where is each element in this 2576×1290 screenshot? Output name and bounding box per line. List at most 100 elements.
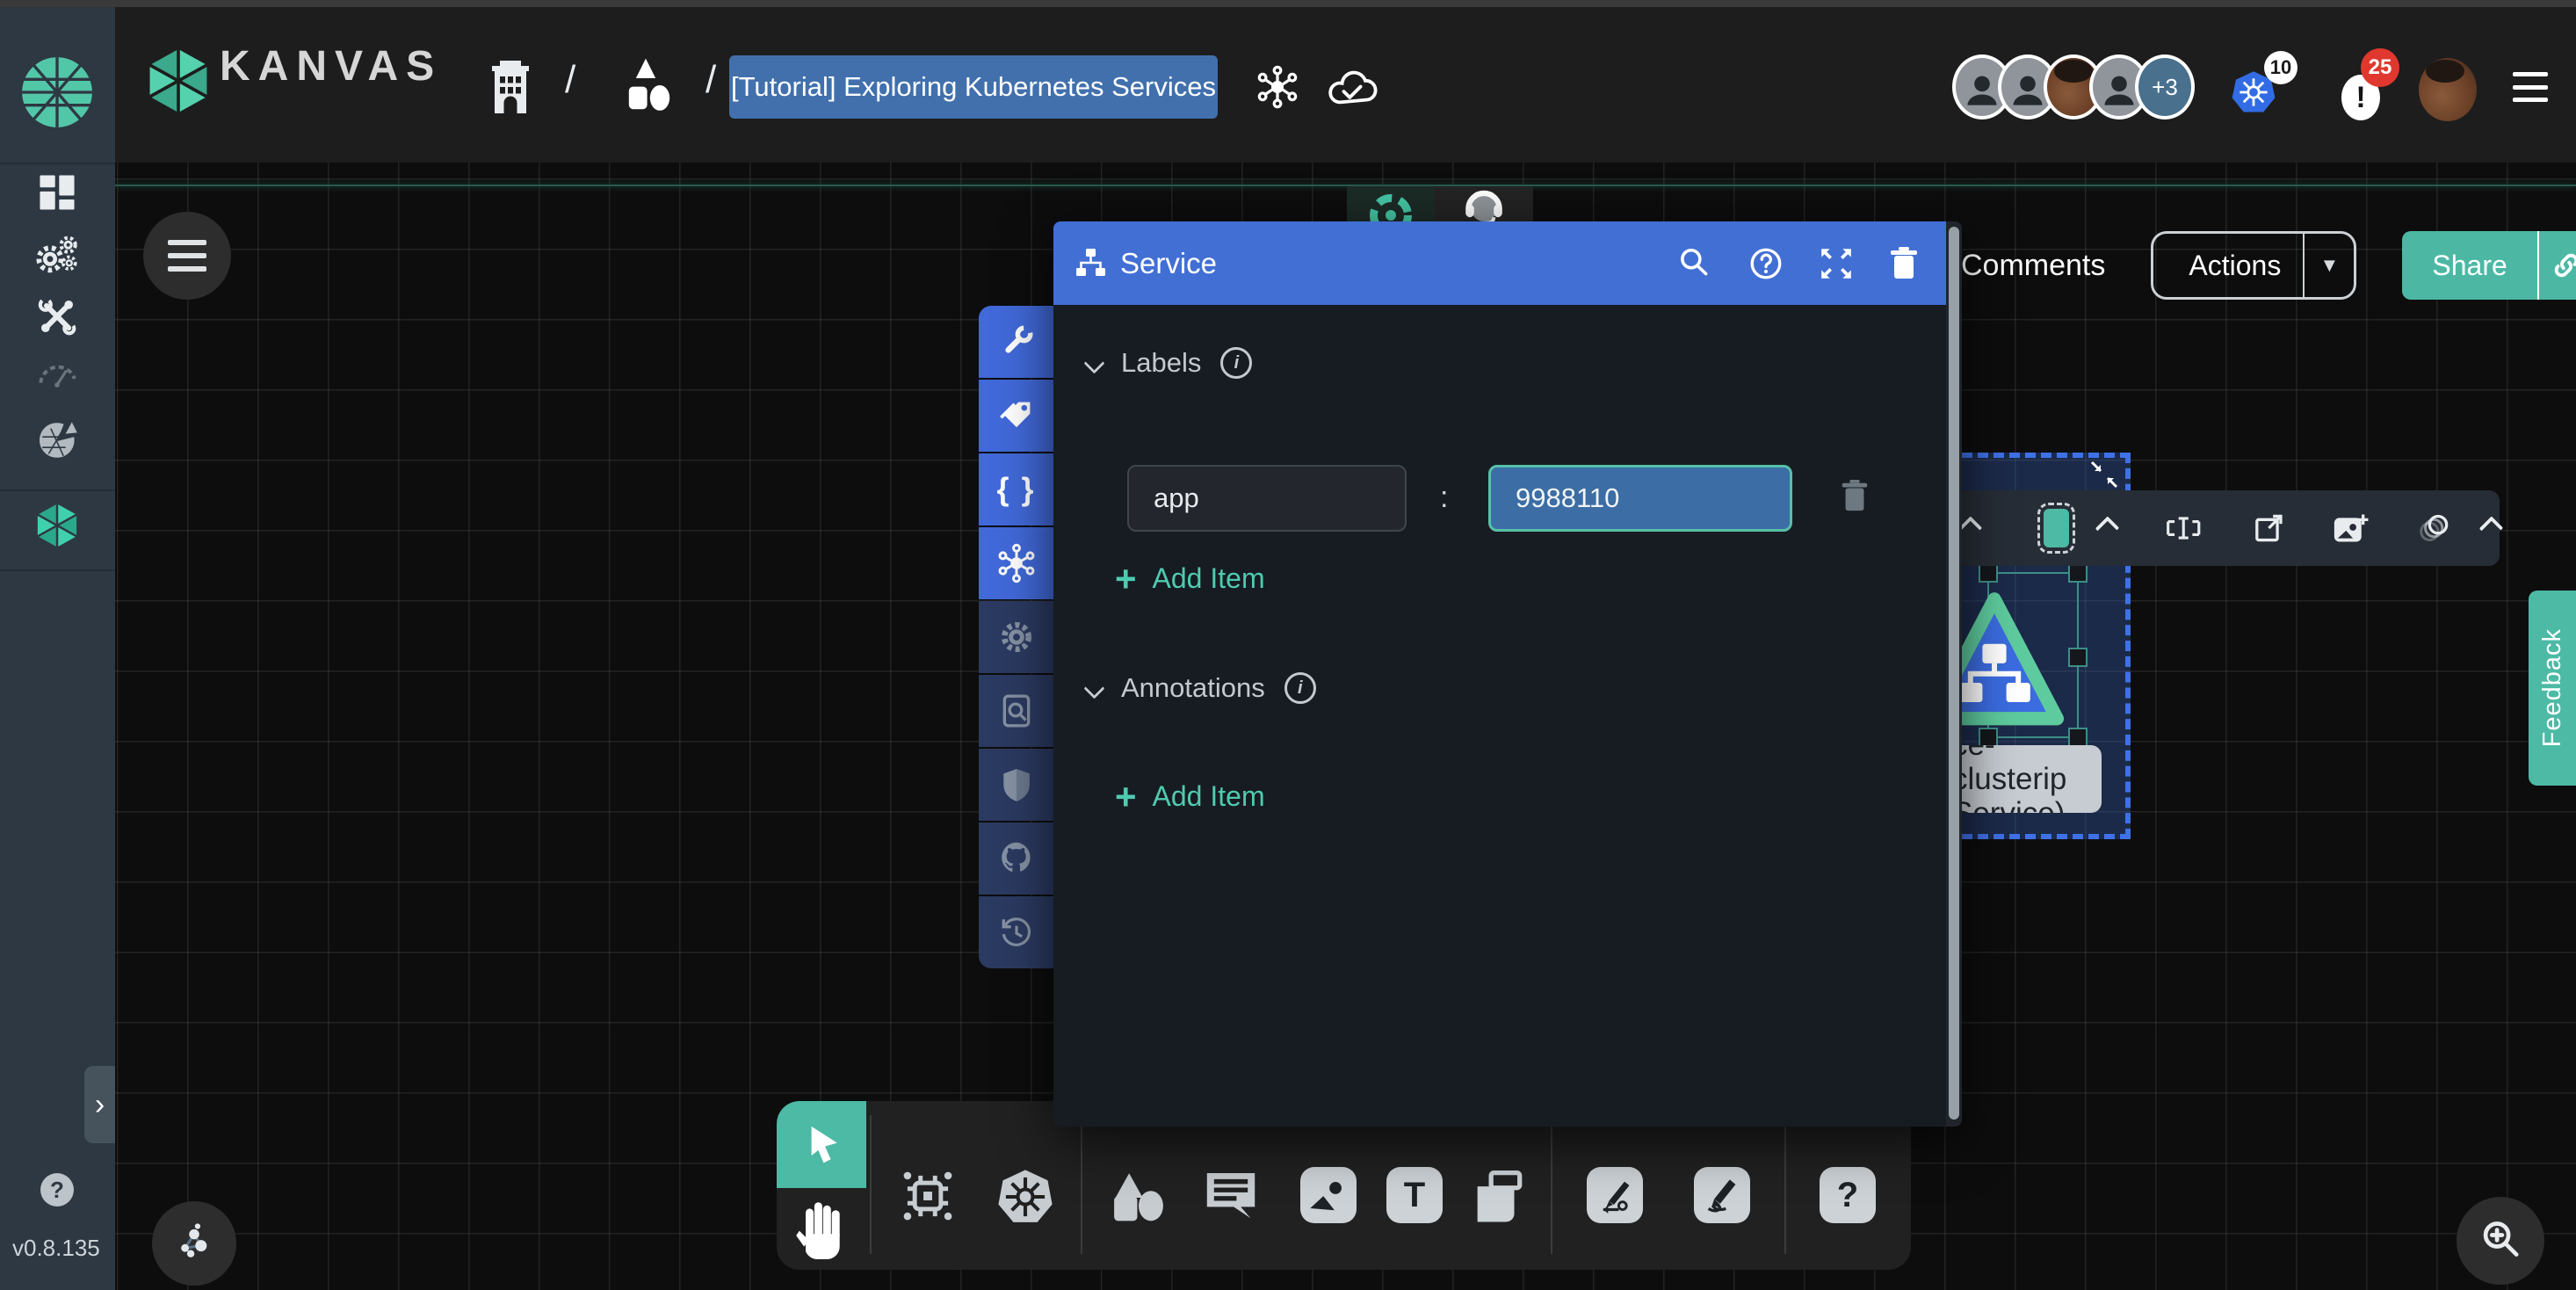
config-tab-strip: { } [979, 306, 1053, 970]
avatar-overflow-count[interactable]: +3 [2135, 54, 2195, 120]
wrench-icon [997, 322, 1036, 361]
zoom-button[interactable] [2457, 1197, 2544, 1285]
add-item-label: Add Item [1153, 562, 1265, 595]
header-menu-button[interactable] [2513, 72, 2548, 102]
sidebar-item-extensions[interactable] [35, 420, 79, 462]
resize-text-icon[interactable] [2165, 511, 2202, 546]
modal-scrollbar-track[interactable] [1946, 221, 1962, 1127]
node-label-line1: ce-clusterip [1952, 745, 2102, 796]
media-tool[interactable] [1300, 1167, 1357, 1223]
actions-label: Actions [2189, 250, 2281, 282]
collapse-selection-icon[interactable] [2089, 460, 2119, 489]
plus-icon: + [1115, 565, 1137, 593]
fullscreen-icon[interactable] [1818, 245, 1855, 282]
info-icon[interactable]: i [1284, 672, 1316, 704]
kanvas-hexagon-icon [35, 502, 79, 549]
brand-name: KANVAS [220, 42, 442, 91]
divider [1081, 1115, 1082, 1254]
hamburger-icon [168, 240, 206, 272]
tab-inspect-doc[interactable] [979, 675, 1053, 747]
share-button[interactable]: Share [2402, 231, 2576, 300]
user-avatar[interactable] [2419, 58, 2477, 121]
annotations-section-header[interactable]: Annotations i [1087, 672, 1316, 704]
help-icon[interactable] [1747, 245, 1784, 282]
shape-style-swatch[interactable] [2044, 509, 2070, 547]
sidebar-item-lifecycle[interactable] [34, 234, 80, 274]
organization-icon[interactable] [484, 57, 537, 117]
pen-tool[interactable] [1587, 1167, 1643, 1223]
shield-icon [998, 766, 1035, 803]
help-tool[interactable]: ? [1820, 1167, 1876, 1223]
tab-security-shield[interactable] [979, 749, 1053, 821]
actions-button[interactable]: Actions ▼ [2151, 231, 2356, 300]
speedometer-icon [34, 354, 80, 391]
delete-row-icon[interactable] [1838, 476, 1871, 515]
tab-gear[interactable] [979, 601, 1053, 673]
sidebar-item-kanvas[interactable] [35, 502, 79, 549]
sidebar-item-performance[interactable] [34, 354, 80, 391]
pencil-tool[interactable] [1694, 1167, 1750, 1223]
labels-section-header[interactable]: Labels i [1087, 347, 1252, 379]
text-tool[interactable]: T [1386, 1167, 1443, 1223]
meshery-logo-icon[interactable] [20, 54, 94, 130]
tools-icon [36, 295, 78, 337]
actions-caret-icon[interactable]: ▼ [2305, 254, 2354, 277]
cloud-sync-icon[interactable] [1326, 65, 1378, 111]
app-header: KANVAS / / [Tutorial] Exploring Kubernet… [115, 0, 2576, 163]
doc-search-icon [998, 692, 1035, 729]
delete-icon[interactable] [1886, 245, 1921, 282]
select-tool-button[interactable] [777, 1101, 866, 1188]
search-icon[interactable] [1675, 245, 1712, 282]
question-glyph: ? [1837, 1176, 1858, 1215]
labels-add-item-button[interactable]: + Add Item [1115, 562, 1265, 595]
style-options-icon[interactable] [2095, 516, 2119, 540]
canvas-menu-button[interactable] [143, 212, 231, 300]
kubernetes-tool[interactable] [995, 1167, 1056, 1227]
label-value-input[interactable]: 9988110 [1488, 465, 1792, 532]
merge-design-icon[interactable] [1254, 63, 1301, 111]
breadcrumb-separator: / [565, 58, 575, 102]
sidebar-item-configuration[interactable] [36, 295, 78, 337]
service-config-modal: Service Labels i app : 9988110 + Add Ite… [1053, 221, 1962, 1127]
layers-icon[interactable] [2414, 510, 2451, 547]
design-title-input[interactable]: [Tutorial] Exploring Kubernetes Services [729, 55, 1218, 119]
label-key-input[interactable]: app [1127, 465, 1407, 532]
resize-handle[interactable] [2068, 728, 2088, 747]
tab-network[interactable] [979, 527, 1053, 599]
tab-labels[interactable] [979, 380, 1053, 452]
feedback-tab[interactable]: Feedback [2529, 591, 2576, 786]
collaborator-tile-meshery [1347, 186, 1435, 225]
sidebar-item-dashboard[interactable] [37, 172, 77, 213]
modal-header[interactable]: Service [1053, 221, 1946, 305]
history-clock-icon [998, 914, 1035, 951]
annotations-add-item-button[interactable]: + Add Item [1115, 780, 1265, 813]
info-icon[interactable]: i [1220, 347, 1252, 379]
kanvas-logo-icon[interactable] [147, 46, 210, 116]
resize-handle[interactable] [2068, 648, 2088, 667]
cursor-icon [799, 1122, 844, 1168]
designs-icon[interactable] [618, 54, 674, 116]
resize-handle[interactable] [1979, 563, 1998, 583]
resize-handle[interactable] [2068, 563, 2088, 583]
comment-tool[interactable] [1203, 1167, 1259, 1221]
open-in-new-icon[interactable] [2252, 510, 2286, 547]
add-image-icon[interactable] [2331, 510, 2368, 547]
pan-tool-button[interactable] [792, 1196, 850, 1259]
dashboard-icon [37, 172, 77, 213]
divider [1551, 1115, 1552, 1254]
copy-link-icon[interactable] [2539, 250, 2576, 280]
zoom-in-icon [2478, 1218, 2523, 1264]
sidebar-help-button[interactable]: ? [40, 1173, 74, 1207]
layout-graph-button[interactable] [152, 1201, 236, 1286]
shapes-tool[interactable] [1111, 1171, 1166, 1224]
sidebar-expand-button[interactable]: › [84, 1066, 115, 1143]
tab-json-braces[interactable]: { } [979, 453, 1053, 525]
comments-button[interactable]: Comments [1961, 249, 2105, 283]
modal-scrollbar-thumb[interactable] [1949, 227, 1959, 1120]
tab-history[interactable] [979, 896, 1053, 968]
component-chip-tool[interactable] [899, 1167, 957, 1225]
tab-settings-wrench[interactable] [979, 306, 1053, 378]
sticky-note-tool[interactable] [1473, 1170, 1528, 1222]
share-label: Share [2432, 250, 2507, 282]
tab-github[interactable] [979, 823, 1053, 895]
